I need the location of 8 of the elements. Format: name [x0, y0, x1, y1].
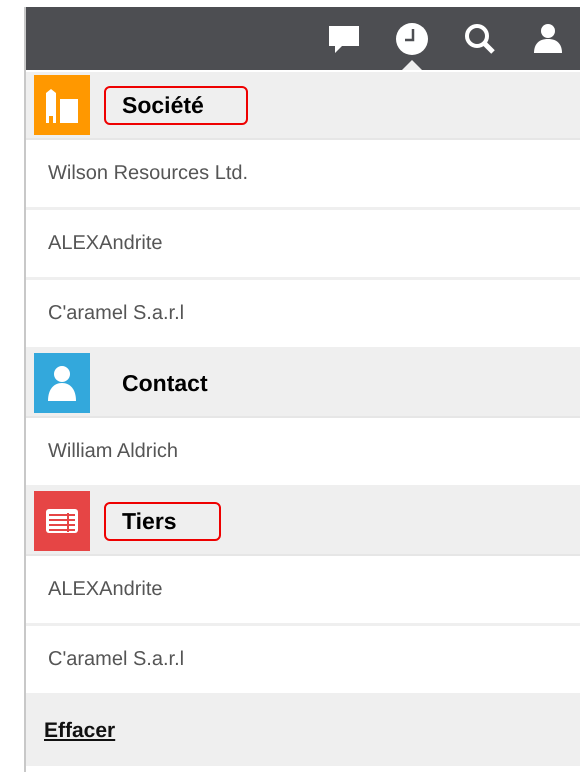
clear-link[interactable]: Effacer [44, 719, 116, 743]
section-title: Société [104, 86, 248, 124]
section-title: Contact [121, 368, 209, 398]
search-icon [463, 22, 497, 56]
section-title: Tiers [104, 502, 221, 540]
clock-icon [395, 22, 429, 56]
user-icon [531, 22, 565, 56]
chat-icon [327, 24, 361, 54]
